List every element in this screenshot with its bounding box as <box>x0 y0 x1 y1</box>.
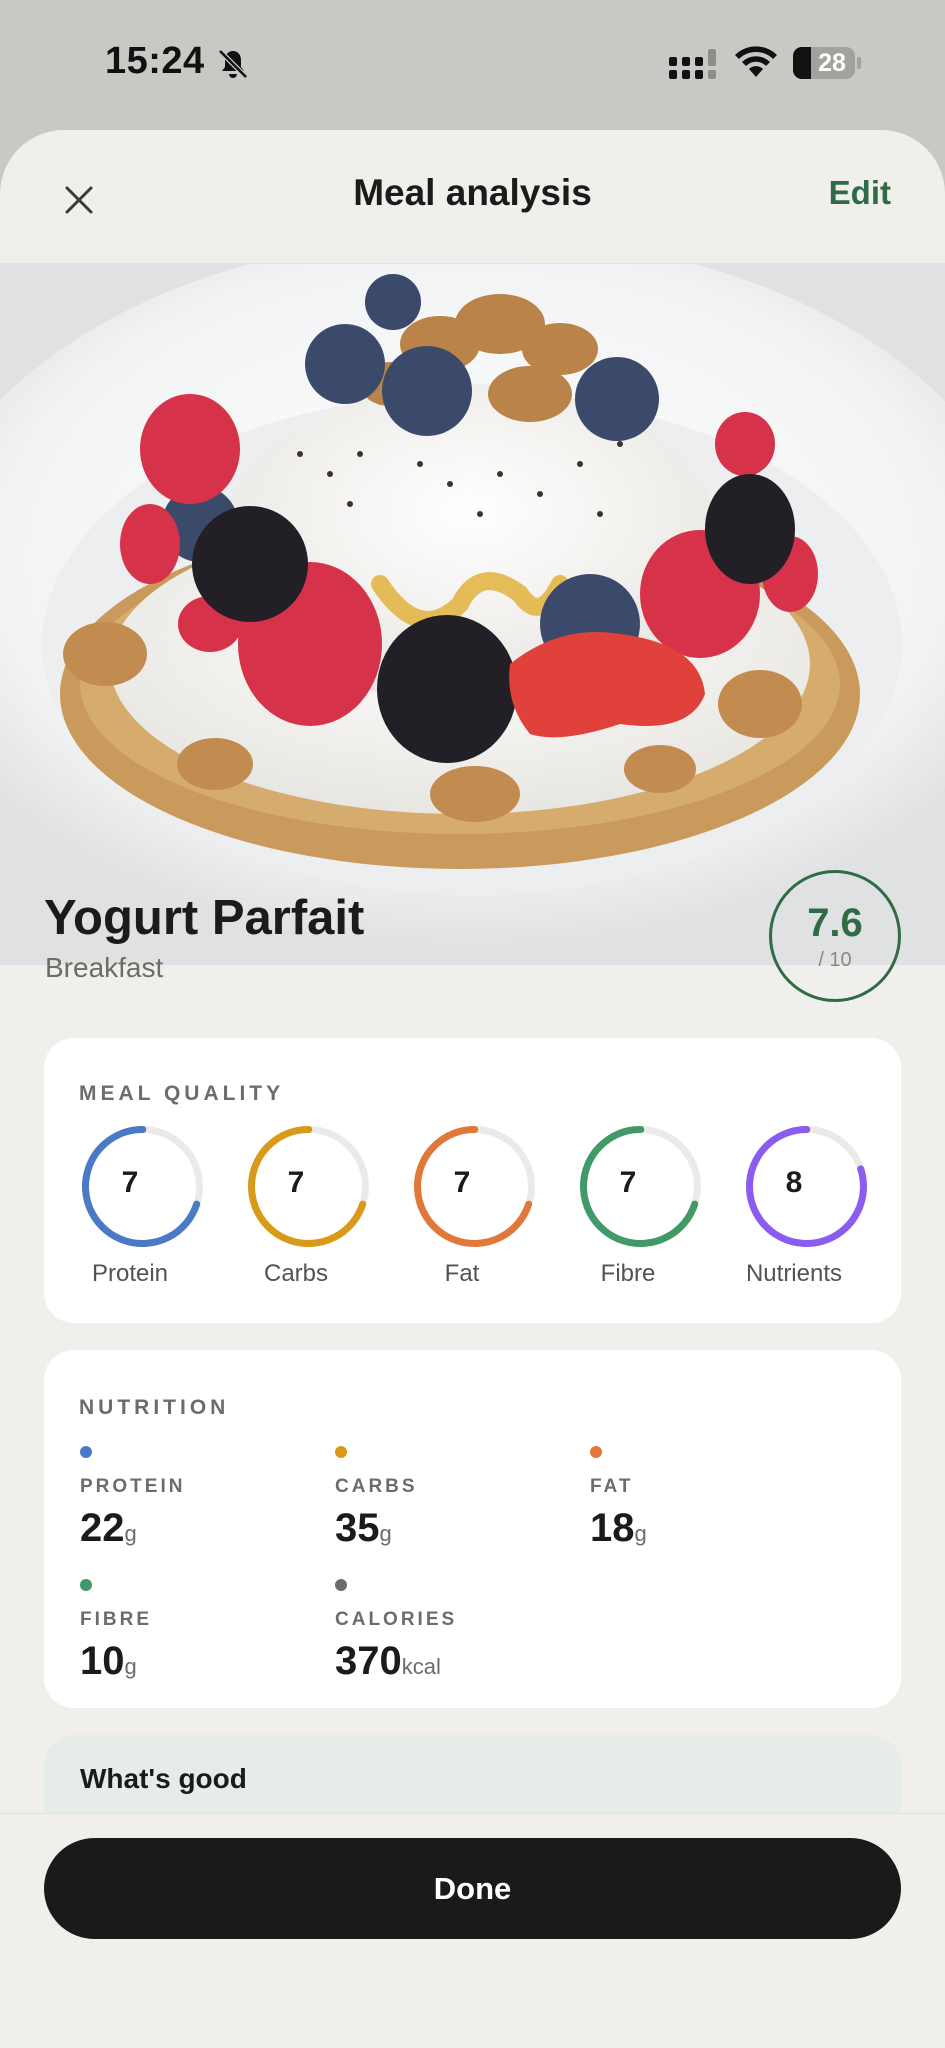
nutrition-value: 370 <box>335 1639 402 1683</box>
nutrition-color-dot <box>80 1579 92 1591</box>
nutrition-item-fibre: FIBRE 10g <box>80 1579 300 1689</box>
quality-label: Carbs <box>263 1260 329 1287</box>
nutrition-value: 22 <box>80 1506 125 1550</box>
nutrition-card: NUTRITION PROTEIN 22g CARBS 35g FAT 18g FIBRE 1… <box>44 1350 901 1708</box>
nutrition-item-calories: CALORIES 370kcal <box>335 1579 555 1689</box>
bell-off-icon <box>218 49 248 79</box>
nutrition-value-wrap: 35g <box>335 1506 392 1551</box>
nutrition-value: 18 <box>590 1506 635 1550</box>
overall-score-badge: 7.6 / 10 <box>769 870 901 1002</box>
nutrition-label: FAT <box>590 1476 634 1497</box>
page-title: Meal analysis <box>353 172 592 213</box>
nutrition-label: CALORIES <box>335 1609 458 1630</box>
edit-button[interactable]: Edit <box>829 174 891 212</box>
nutrition-unit: g <box>124 1654 137 1679</box>
quality-ring-fat: 7 Fat <box>392 1124 535 1304</box>
overall-score-value: 7.6 <box>807 901 863 945</box>
overall-score-max: / 10 <box>818 949 852 971</box>
nutrition-item-carbs: CARBS 35g <box>335 1446 555 1556</box>
nutrition-color-dot <box>80 1446 92 1458</box>
whats-good-title: What's good <box>80 1763 247 1794</box>
quality-label: Fat <box>444 1260 480 1287</box>
nutrition-value-wrap: 10g <box>80 1639 137 1684</box>
quality-ring-fibre: 7 Fibre <box>558 1124 701 1304</box>
nutrition-color-dot <box>335 1579 347 1591</box>
battery-level: 28 <box>818 49 846 77</box>
quality-score: 7 <box>619 1166 637 1199</box>
done-button-label: Done <box>433 1871 512 1906</box>
quality-ring-protein: 7 Protein <box>60 1124 203 1304</box>
nutrition-unit: g <box>634 1521 647 1546</box>
quality-ring-carbs: 7 Carbs <box>226 1124 369 1304</box>
meal-quality-label: MEAL QUALITY <box>79 1082 285 1105</box>
meal-quality-card: MEAL QUALITY 7 Protein 7 Carbs 7 Fat 7 Fibre 8 Nu… <box>44 1038 901 1323</box>
nutrition-value: 35 <box>335 1506 380 1550</box>
nutrition-item-fat: FAT 18g <box>590 1446 810 1556</box>
quality-ring-nutrients: 8 Nutrients <box>724 1124 867 1304</box>
status-bar: 15:24 28 <box>0 0 945 125</box>
nutrition-unit: g <box>124 1521 137 1546</box>
nutrition-label: FIBRE <box>80 1609 152 1630</box>
quality-score: 7 <box>287 1166 305 1199</box>
quality-label: Protein <box>91 1260 169 1287</box>
nutrition-color-dot <box>335 1446 347 1458</box>
nutrition-value: 10 <box>80 1639 125 1683</box>
wifi-icon <box>735 46 777 77</box>
meal-analysis-sheet: Meal analysis Edit Yogurt Parfait Breakf… <box>0 130 945 2048</box>
nutrition-label: NUTRITION <box>79 1396 230 1419</box>
done-button[interactable]: Done <box>44 1838 901 1939</box>
nutrition-value-wrap: 370kcal <box>335 1639 441 1684</box>
nutrition-value-wrap: 22g <box>80 1506 137 1551</box>
cellular-signal-icon <box>669 49 716 79</box>
meal-photo <box>0 264 945 965</box>
quality-score: 7 <box>453 1166 471 1199</box>
status-time: 15:24 <box>105 40 205 82</box>
meal-type: Breakfast <box>45 952 164 983</box>
nutrition-item-protein: PROTEIN 22g <box>80 1446 300 1556</box>
nav-bar: Meal analysis Edit <box>0 130 945 264</box>
nutrition-unit: kcal <box>401 1654 441 1679</box>
quality-label: Nutrients <box>745 1260 843 1287</box>
bottom-bar: Done <box>0 1813 945 2048</box>
quality-label: Fibre <box>600 1260 656 1287</box>
nutrition-label: CARBS <box>335 1476 418 1497</box>
nutrition-label: PROTEIN <box>80 1476 186 1497</box>
nutrition-value-wrap: 18g <box>590 1506 647 1551</box>
quality-score: 7 <box>121 1166 139 1199</box>
nutrition-unit: g <box>379 1521 392 1546</box>
nutrition-color-dot <box>590 1446 602 1458</box>
meal-name: Yogurt Parfait <box>44 891 365 945</box>
quality-score: 8 <box>785 1166 803 1199</box>
